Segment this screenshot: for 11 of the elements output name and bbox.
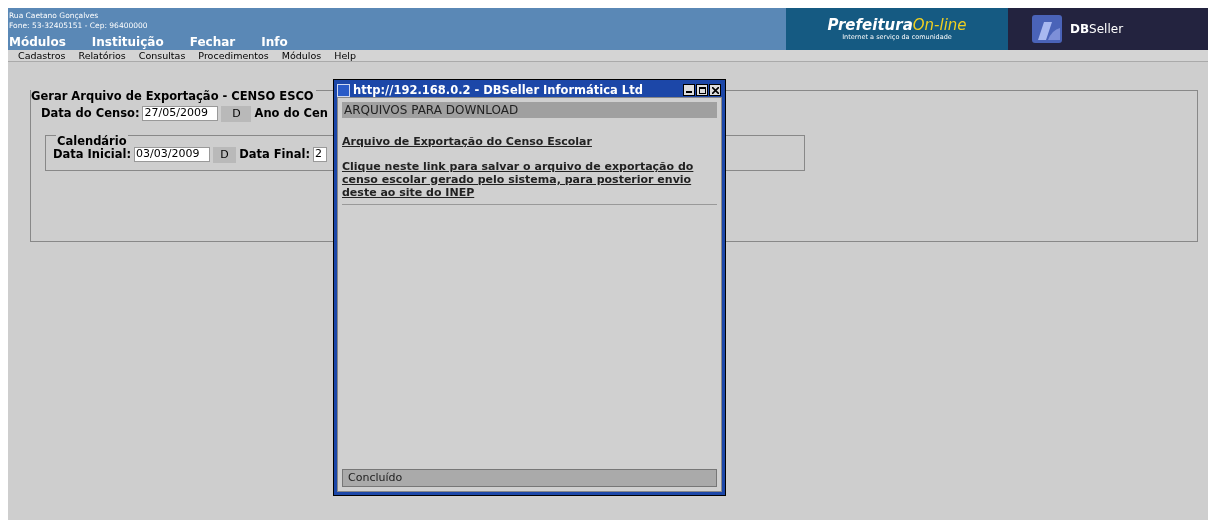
field-label: Data Inicial: xyxy=(53,146,132,163)
brand-name: PrefeituraOn-line xyxy=(827,17,967,33)
field-label: Data do Censo: xyxy=(41,105,140,122)
fieldset-legend: Calendário xyxy=(56,134,128,148)
fieldset-legend: Gerar Arquivo de Exportação - CENSO ESCO xyxy=(31,89,316,103)
download-heading: ARQUIVOS PARA DOWNLOAD xyxy=(342,102,717,118)
status-bar: Concluído xyxy=(342,469,717,487)
vendor-name: DBSeller xyxy=(1070,21,1124,38)
window-title: http://192.168.0.2 - DBSeller Informática Ltd xyxy=(353,83,643,97)
field-label: Data Final: xyxy=(239,146,310,163)
field-label: Ano do Cen xyxy=(254,105,329,122)
